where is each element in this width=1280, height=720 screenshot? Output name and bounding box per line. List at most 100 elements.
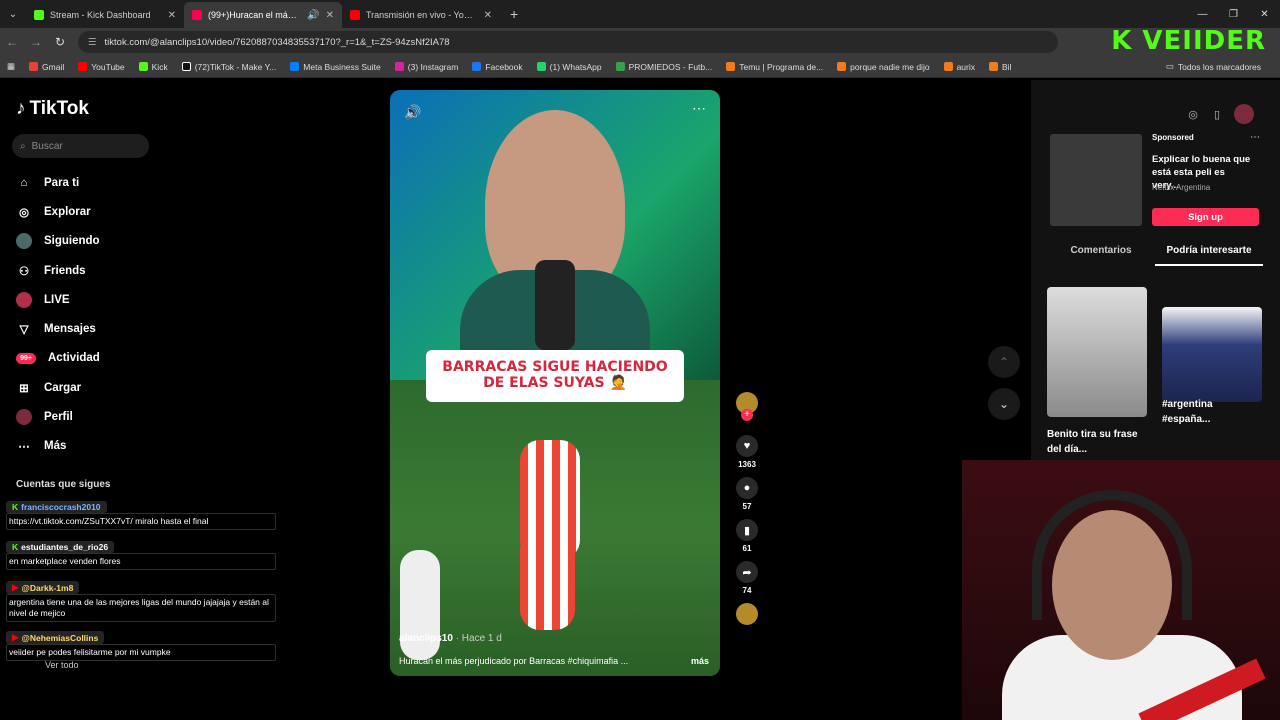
video-description: Huracan el más perjudicado por Barracas … — [399, 656, 709, 666]
bookmark-facebook[interactable]: Facebook — [465, 62, 529, 72]
close-icon[interactable]: ✕ — [326, 10, 334, 21]
audio-icon[interactable]: 🔊 — [307, 10, 319, 21]
tiktok-favicon-icon — [192, 10, 202, 20]
chat-text: https://vt.tiktok.com/ZSuTXX7vT/ miralo … — [6, 513, 276, 531]
music-disc-icon — [736, 603, 758, 625]
search-input[interactable]: ⌕ Buscar — [12, 134, 149, 158]
nav-item-friends[interactable]: ⚇ Friends — [16, 256, 100, 285]
nav-item-cargar[interactable]: ⊞ Cargar — [16, 373, 100, 402]
back-icon[interactable]: ← — [0, 35, 24, 49]
maximize-icon[interactable]: ❐ — [1218, 0, 1249, 28]
nav-item-mas[interactable]: ⋯ Más — [16, 432, 100, 461]
close-icon[interactable]: ✕ — [168, 10, 176, 21]
nav-label: Friends — [44, 264, 86, 277]
tab-comentarios[interactable]: Comentarios — [1047, 245, 1155, 266]
rec-title[interactable]: #argentina #españa... — [1162, 397, 1262, 427]
minimize-icon[interactable]: — — [1187, 0, 1218, 28]
recommended-video[interactable]: #argentina #españa... — [1162, 287, 1262, 427]
webcam-overlay — [962, 460, 1280, 720]
new-tab-button[interactable]: + — [500, 6, 528, 22]
video-author[interactable]: alanclips10 · Hace 1 d — [399, 633, 502, 644]
video-player[interactable]: 🔊 ⋯ BARRACAS SIGUE HACIENDO DE ELAS SUYA… — [390, 90, 720, 676]
bookmark-porque[interactable]: porque nadie me dijo — [830, 62, 936, 72]
tab-kick-dashboard[interactable]: Stream - Kick Dashboard ✕ — [26, 2, 184, 28]
nav-item-siguiendo[interactable]: Siguiendo — [16, 227, 100, 256]
bookmark-promiedos[interactable]: PROMIEDOS - Futb... — [609, 62, 720, 72]
bookmark-label: PROMIEDOS - Futb... — [628, 61, 713, 72]
chat-text: veiider pe podes felisitarme por mi vump… — [6, 644, 276, 662]
bookmark-meta[interactable]: Meta Business Suite — [283, 62, 387, 72]
see-all-link[interactable]: Ver todo — [45, 660, 79, 670]
rec-thumbnail[interactable] — [1162, 307, 1262, 402]
tab-tiktok[interactable]: (99+)Huracan el más perju 🔊 ✕ — [184, 2, 342, 28]
logo-text: TikTok — [29, 98, 89, 119]
upload-icon: ⊞ — [19, 382, 29, 395]
like-button[interactable]: ♥ 1363 — [735, 435, 759, 469]
more-options-icon[interactable]: ⋯ — [1250, 132, 1260, 143]
nav-item-live[interactable]: LIVE — [16, 285, 100, 314]
close-window-icon[interactable]: ✕ — [1249, 0, 1280, 28]
tiktok-logo[interactable]: ♪ TikTok — [16, 98, 89, 120]
caption-line: DE ELAS SUYAS 🤦 — [483, 375, 627, 391]
music-disc[interactable] — [735, 603, 759, 625]
nav-item-actividad[interactable]: 99+ Actividad — [16, 344, 100, 373]
bookmark-temu[interactable]: Temu | Programa de... — [719, 62, 830, 72]
apps-icon[interactable]: ▦ — [0, 61, 22, 72]
rec-thumbnail[interactable] — [1047, 287, 1147, 417]
tab-podria-interesarte[interactable]: Podría interesarte — [1155, 245, 1263, 266]
close-icon[interactable]: ✕ — [484, 10, 492, 21]
chat-username: @Darkk-1m8 — [21, 582, 74, 593]
url-input[interactable]: ☰ tiktok.com/@alanclips10/video/76208870… — [78, 31, 1058, 53]
chevron-up-icon: ⌃ — [988, 346, 1020, 378]
comment-button[interactable]: ● 57 — [735, 477, 759, 511]
nav-label: Mensajes — [44, 323, 96, 336]
author-avatar[interactable]: + — [735, 392, 759, 421]
share-button[interactable]: ➦ 74 — [735, 561, 759, 595]
ad-brand: Netflix Argentina — [1152, 183, 1211, 192]
description-text: Huracan el más perjudicado por Barracas … — [399, 656, 629, 666]
nav-item-para-ti[interactable]: ⌂ Para ti — [16, 168, 100, 197]
more-options-icon[interactable]: ⋯ — [692, 100, 706, 117]
nav-item-perfil[interactable]: Perfil — [16, 402, 100, 431]
compass-icon[interactable]: ◎ — [1186, 107, 1200, 121]
tab-youtube[interactable]: Transmisión en vivo - YouTube ✕ — [342, 2, 500, 28]
author-name[interactable]: alanclips10 — [399, 633, 453, 644]
follow-plus-icon[interactable]: + — [741, 409, 753, 421]
all-bookmarks[interactable]: ▭ Todos los marcadores — [1159, 61, 1268, 72]
bookmark-label: Meta Business Suite — [303, 61, 381, 72]
bookmark-whatsapp[interactable]: (1) WhatsApp — [530, 62, 609, 72]
save-button[interactable]: ▮ 61 — [735, 519, 759, 553]
chat-text: argentina tiene una de las mejores ligas… — [6, 594, 276, 623]
activity-icon: 99+ — [16, 352, 36, 364]
bookmark-youtube[interactable]: YouTube — [71, 62, 131, 72]
nav-item-explorar[interactable]: ◎ Explorar — [16, 197, 100, 226]
signup-button[interactable]: Sign up — [1152, 208, 1259, 226]
avatar[interactable] — [1234, 104, 1254, 124]
tab-search-icon[interactable]: ⌄ — [0, 0, 26, 28]
more-link[interactable]: más — [691, 656, 709, 666]
forward-icon[interactable]: → — [24, 35, 48, 49]
bookmark-kick[interactable]: Kick — [132, 62, 175, 72]
prev-video-button[interactable]: ⌃ — [988, 346, 1020, 378]
friends-icon: ⚇ — [18, 265, 30, 278]
bookmark-gmail[interactable]: Gmail — [22, 62, 71, 72]
chat-message: ▶ @Darkk-1m8 argentina tiene una de las m… — [6, 581, 276, 623]
recommended-video[interactable]: Benito tira su frase del día... — [1047, 287, 1147, 457]
reload-icon[interactable]: ↻ — [48, 35, 72, 49]
phone-icon[interactable]: ▯ — [1210, 107, 1224, 121]
chat-username: estudiantes_de_rio26 — [21, 542, 109, 552]
next-video-button[interactable]: ⌄ — [988, 388, 1020, 420]
nav-item-mensajes[interactable]: ▽ Mensajes — [16, 314, 100, 343]
tab-title: (99+)Huracan el más perju — [208, 10, 301, 20]
volume-icon[interactable]: 🔊 — [404, 104, 421, 121]
bookmark-bil[interactable]: Bil — [982, 62, 1018, 72]
player-2 — [520, 530, 575, 630]
rec-title[interactable]: Benito tira su frase del día... — [1047, 427, 1147, 457]
heart-icon: ♥ — [736, 435, 758, 457]
ad-thumbnail[interactable] — [1050, 134, 1142, 226]
bookmark-instagram[interactable]: (3) Instagram — [388, 62, 466, 72]
bookmark-aurix[interactable]: aurix — [937, 62, 982, 72]
site-info-icon[interactable]: ☰ — [88, 37, 97, 48]
nav-label: Para ti — [44, 176, 80, 189]
bookmark-tiktok[interactable]: (72)TikTok - Make Y... — [175, 62, 284, 72]
